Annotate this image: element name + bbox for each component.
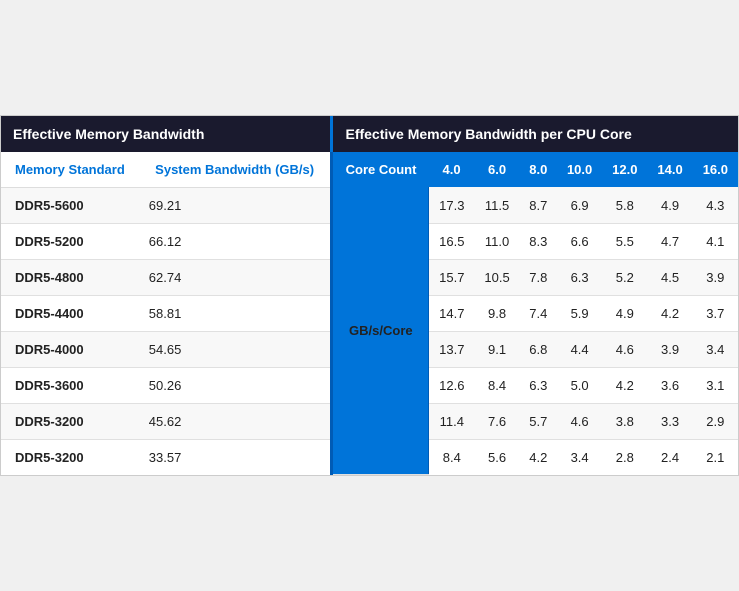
cell-value: 4.6 bbox=[557, 403, 602, 439]
cell-value: 17.3 bbox=[429, 187, 475, 223]
cell-value: 7.6 bbox=[474, 403, 519, 439]
cell-value: 3.8 bbox=[602, 403, 647, 439]
cell-system-bandwidth: 50.26 bbox=[139, 367, 332, 403]
col-core-count: Core Count bbox=[332, 152, 429, 188]
cell-value: 2.9 bbox=[693, 403, 738, 439]
col-core-14: 14.0 bbox=[647, 152, 692, 188]
cell-value: 4.6 bbox=[602, 331, 647, 367]
cell-value: 3.3 bbox=[647, 403, 692, 439]
cell-system-bandwidth: 62.74 bbox=[139, 259, 332, 295]
top-header-left-title: Effective Memory Bandwidth bbox=[13, 126, 204, 142]
cell-value: 2.1 bbox=[693, 439, 738, 475]
cell-value: 2.8 bbox=[602, 439, 647, 475]
cell-core-count-unit: GB/s/Core bbox=[332, 187, 429, 475]
cell-value: 3.9 bbox=[693, 259, 738, 295]
table-body: DDR5-560069.21GB/s/Core17.311.58.76.95.8… bbox=[1, 187, 738, 475]
cell-value: 9.1 bbox=[474, 331, 519, 367]
col-memory-standard: Memory Standard bbox=[1, 152, 139, 188]
cell-system-bandwidth: 33.57 bbox=[139, 439, 332, 475]
cell-value: 4.9 bbox=[647, 187, 692, 223]
cell-value: 12.6 bbox=[429, 367, 475, 403]
cell-value: 15.7 bbox=[429, 259, 475, 295]
cell-memory-standard: DDR5-4800 bbox=[1, 259, 139, 295]
top-header-right: Effective Memory Bandwidth per CPU Core bbox=[332, 116, 738, 152]
cell-value: 6.3 bbox=[520, 367, 557, 403]
cell-value: 4.1 bbox=[693, 223, 738, 259]
cell-value: 3.9 bbox=[647, 331, 692, 367]
cell-memory-standard: DDR5-3600 bbox=[1, 367, 139, 403]
cell-value: 5.9 bbox=[557, 295, 602, 331]
cell-value: 3.7 bbox=[693, 295, 738, 331]
cell-memory-standard: DDR5-3200 bbox=[1, 403, 139, 439]
cell-system-bandwidth: 54.65 bbox=[139, 331, 332, 367]
top-header-row: Effective Memory Bandwidth Effective Mem… bbox=[1, 116, 738, 152]
cell-value: 3.4 bbox=[557, 439, 602, 475]
cell-value: 4.7 bbox=[647, 223, 692, 259]
cell-value: 3.1 bbox=[693, 367, 738, 403]
cell-memory-standard: DDR5-5600 bbox=[1, 187, 139, 223]
cell-system-bandwidth: 58.81 bbox=[139, 295, 332, 331]
cell-value: 6.6 bbox=[557, 223, 602, 259]
cell-value: 16.5 bbox=[429, 223, 475, 259]
cell-value: 6.3 bbox=[557, 259, 602, 295]
cell-value: 4.3 bbox=[693, 187, 738, 223]
cell-system-bandwidth: 69.21 bbox=[139, 187, 332, 223]
col-core-12: 12.0 bbox=[602, 152, 647, 188]
cell-value: 7.4 bbox=[520, 295, 557, 331]
col-core-4: 4.0 bbox=[429, 152, 475, 188]
cell-value: 4.5 bbox=[647, 259, 692, 295]
cell-value: 14.7 bbox=[429, 295, 475, 331]
cell-value: 4.4 bbox=[557, 331, 602, 367]
cell-value: 5.6 bbox=[474, 439, 519, 475]
col-core-16: 16.0 bbox=[693, 152, 738, 188]
cell-value: 5.5 bbox=[602, 223, 647, 259]
col-header-row: Memory Standard System Bandwidth (GB/s) … bbox=[1, 152, 738, 188]
col-core-10: 10.0 bbox=[557, 152, 602, 188]
cell-value: 3.6 bbox=[647, 367, 692, 403]
cell-value: 4.2 bbox=[647, 295, 692, 331]
cell-value: 5.2 bbox=[602, 259, 647, 295]
top-header-left: Effective Memory Bandwidth bbox=[1, 116, 332, 152]
cell-value: 8.4 bbox=[429, 439, 475, 475]
cell-system-bandwidth: 66.12 bbox=[139, 223, 332, 259]
cell-value: 3.4 bbox=[693, 331, 738, 367]
cell-value: 8.3 bbox=[520, 223, 557, 259]
cell-value: 2.4 bbox=[647, 439, 692, 475]
cell-value: 13.7 bbox=[429, 331, 475, 367]
cell-value: 11.4 bbox=[429, 403, 475, 439]
main-table-wrapper: Effective Memory Bandwidth Effective Mem… bbox=[0, 115, 739, 477]
cell-value: 5.0 bbox=[557, 367, 602, 403]
cell-value: 9.8 bbox=[474, 295, 519, 331]
cell-value: 6.9 bbox=[557, 187, 602, 223]
cell-value: 6.8 bbox=[520, 331, 557, 367]
cell-value: 4.9 bbox=[602, 295, 647, 331]
cell-value: 4.2 bbox=[602, 367, 647, 403]
cell-value: 4.2 bbox=[520, 439, 557, 475]
col-core-8: 8.0 bbox=[520, 152, 557, 188]
cell-system-bandwidth: 45.62 bbox=[139, 403, 332, 439]
cell-memory-standard: DDR5-4400 bbox=[1, 295, 139, 331]
top-header-right-title: Effective Memory Bandwidth per CPU Core bbox=[345, 126, 631, 142]
cell-memory-standard: DDR5-3200 bbox=[1, 439, 139, 475]
table-row: DDR5-560069.21GB/s/Core17.311.58.76.95.8… bbox=[1, 187, 738, 223]
cell-value: 7.8 bbox=[520, 259, 557, 295]
col-system-bandwidth: System Bandwidth (GB/s) bbox=[139, 152, 332, 188]
cell-value: 11.0 bbox=[474, 223, 519, 259]
cell-memory-standard: DDR5-4000 bbox=[1, 331, 139, 367]
col-core-6: 6.0 bbox=[474, 152, 519, 188]
cell-value: 11.5 bbox=[474, 187, 519, 223]
cell-value: 5.8 bbox=[602, 187, 647, 223]
cell-value: 8.7 bbox=[520, 187, 557, 223]
cell-value: 5.7 bbox=[520, 403, 557, 439]
cell-memory-standard: DDR5-5200 bbox=[1, 223, 139, 259]
cell-value: 10.5 bbox=[474, 259, 519, 295]
cell-value: 8.4 bbox=[474, 367, 519, 403]
